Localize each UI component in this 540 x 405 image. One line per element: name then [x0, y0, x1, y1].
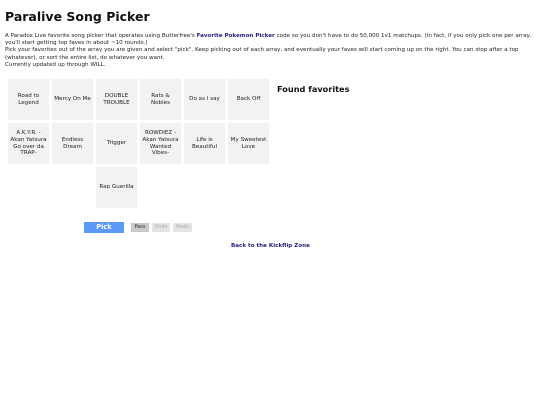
- favorite-pokemon-picker-link[interactable]: Favorite Pokemon Picker: [197, 33, 275, 39]
- back-to-kickflip-zone-link[interactable]: Back to the Kickflip Zone: [231, 243, 310, 249]
- pick-button[interactable]: Pick: [84, 222, 124, 233]
- song-option[interactable]: Trigger: [96, 123, 137, 164]
- found-favorites-heading: Found favorites: [277, 84, 350, 94]
- page-title: Paralive Song Picker: [5, 9, 150, 24]
- intro-text: A Paradox Live favorite song picker that…: [5, 33, 533, 69]
- empty-slot: [52, 167, 93, 208]
- song-option[interactable]: ROWDIEZ -Akan Yatsura Wanted Vibes-: [140, 123, 181, 164]
- intro-text-pre: A Paradox Live favorite song picker that…: [5, 33, 197, 39]
- undo-button[interactable]: Undo: [152, 223, 170, 232]
- song-option[interactable]: Endless Dream: [52, 123, 93, 164]
- song-option[interactable]: A.K.Y.R. -Akan Yatsura Go over da TRAP-: [8, 123, 49, 164]
- intro-instructions: Pick your favorites out of the array you…: [5, 47, 519, 61]
- song-option[interactable]: Do as I say: [184, 79, 225, 120]
- song-option[interactable]: Back Off: [228, 79, 269, 120]
- song-option[interactable]: My Sweetest Love: [228, 123, 269, 164]
- empty-slot: [8, 167, 49, 208]
- song-option[interactable]: Rats & Nobles: [140, 79, 181, 120]
- song-option[interactable]: Rap Guerilla: [96, 167, 137, 208]
- song-option[interactable]: Road to Legend: [8, 79, 49, 120]
- pass-button[interactable]: Pass: [131, 223, 149, 232]
- intro-paragraph: A Paradox Live favorite song picker that…: [5, 33, 533, 47]
- intro-update-note: Currently updated up through WILL.: [5, 61, 106, 68]
- song-option[interactable]: Life is Beautiful: [184, 123, 225, 164]
- redo-button[interactable]: Redo: [173, 223, 192, 232]
- song-option[interactable]: DOUBLE TROUBLE: [96, 79, 137, 120]
- song-grid: Road to Legend Mercy On Me DOUBLE TROUBL…: [8, 79, 269, 208]
- song-option[interactable]: Mercy On Me: [52, 79, 93, 120]
